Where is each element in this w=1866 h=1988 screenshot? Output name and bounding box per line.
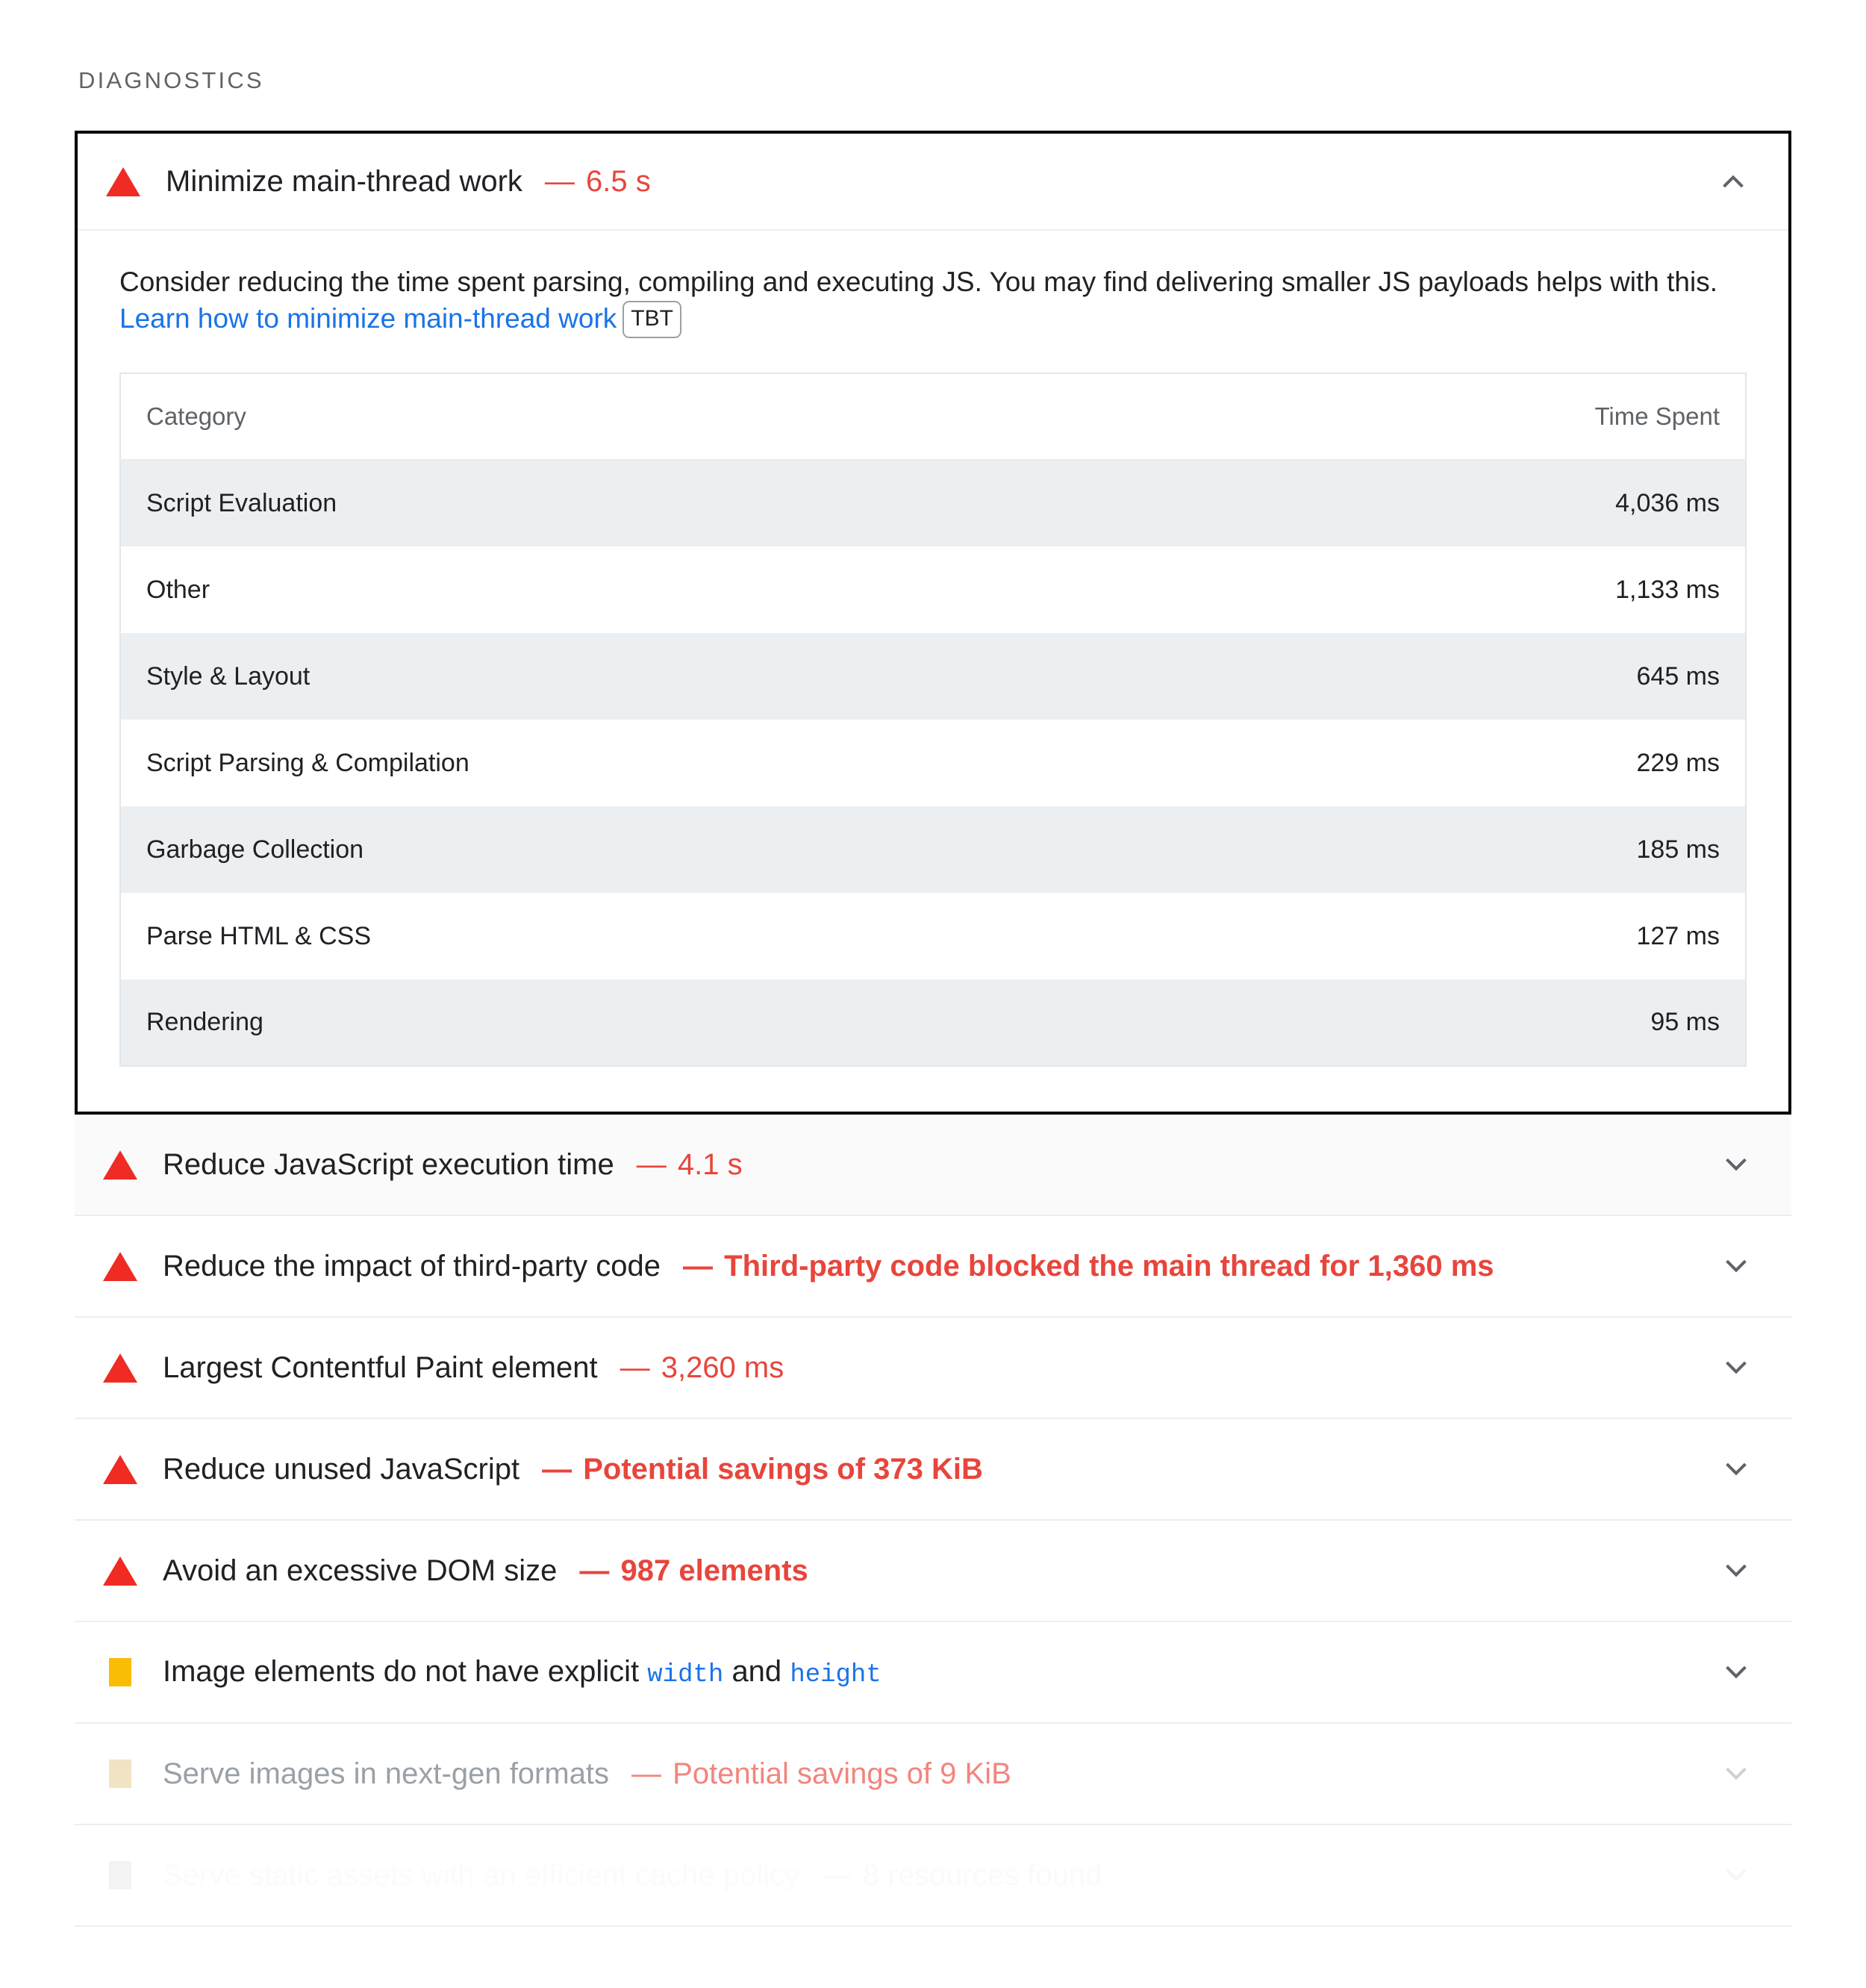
audit-value: — 4.1 s (634, 1150, 743, 1180)
table-row: Other 1,133 ms (120, 546, 1746, 634)
audit-value-text: Potential savings of 9 KiB (673, 1757, 1011, 1791)
audit-body: Consider reducing the time spent parsing… (78, 231, 1788, 1112)
audit-title: Serve images in next-gen formats (163, 1757, 610, 1791)
audit-value: — 6.5 s (542, 166, 651, 196)
table-row: Garbage Collection 185 ms (120, 806, 1746, 894)
chevron-up-icon[interactable] (1717, 165, 1750, 198)
audit-dash: — (542, 1453, 572, 1486)
warning-triangle-icon (103, 1353, 137, 1383)
audit-row-avoid-excessive-dom-size[interactable]: Avoid an excessive DOM size — 987 elemen… (75, 1521, 1791, 1623)
warning-square-icon (103, 1760, 137, 1789)
audit-row-image-elements-explicit-size[interactable]: Image elements do not have explicit widt… (75, 1622, 1791, 1724)
audit-row-serve-static-assets-cache-policy[interactable]: Serve static assets with an efficient ca… (75, 1825, 1791, 1928)
learn-more-link[interactable]: Learn how to minimize main-thread work (119, 303, 617, 334)
audit-value-text: Potential savings of 373 KiB (583, 1453, 983, 1486)
warning-square-icon (103, 1658, 137, 1687)
audit-value-text: 3,260 ms (661, 1351, 784, 1385)
table-row: Script Parsing & Compilation 229 ms (120, 720, 1746, 807)
chevron-down-icon[interactable] (1720, 1554, 1753, 1587)
audit-value: — 8 resources found (819, 1860, 1102, 1890)
audit-value: — Potential savings of 9 KiB (628, 1759, 1011, 1789)
table-row: Style & Layout 645 ms (120, 633, 1746, 720)
warning-triangle-icon (103, 1150, 137, 1180)
warning-square-icon (103, 1861, 137, 1890)
audit-dash: — (822, 1859, 852, 1892)
audit-title: Image elements do not have explicit widt… (163, 1657, 881, 1688)
cell-category: Script Parsing & Compilation (146, 748, 469, 777)
audit-value-text: Third-party code blocked the main thread… (724, 1250, 1494, 1283)
warning-triangle-icon (103, 1556, 137, 1586)
cell-time: 645 ms (1636, 661, 1720, 691)
chevron-down-icon[interactable] (1720, 1148, 1753, 1181)
chevron-down-icon[interactable] (1720, 1757, 1753, 1790)
audit-title: Serve static assets with an efficient ca… (163, 1859, 800, 1892)
audit-row-serve-images-next-gen-formats[interactable]: Serve images in next-gen formats — Poten… (75, 1724, 1791, 1826)
column-header-time-spent: Time Spent (933, 373, 1746, 461)
page-title: DIAGNOSTICS (78, 67, 264, 93)
table-row: Script Evaluation 4,036 ms (120, 460, 1746, 547)
audit-value-text: 8 resources found (863, 1859, 1102, 1892)
audit-description: Consider reducing the time spent parsing… (119, 264, 1747, 339)
audit-title: Reduce JavaScript execution time (163, 1148, 614, 1182)
table-row: Rendering 95 ms (120, 979, 1746, 1067)
audit-dash: — (636, 1148, 667, 1182)
cell-time: 229 ms (1636, 748, 1720, 777)
audit-dash: — (683, 1250, 714, 1283)
audit-value: — 987 elements (576, 1556, 808, 1586)
audit-title-part1: Image elements do not have explicit (163, 1655, 640, 1689)
audit-row-reduce-unused-javascript[interactable]: Reduce unused JavaScript — Potential sav… (75, 1419, 1791, 1521)
chevron-down-icon[interactable] (1720, 1351, 1753, 1384)
audit-title-part2: and (731, 1655, 782, 1689)
audit-title: Reduce unused JavaScript (163, 1453, 520, 1486)
cell-category: Garbage Collection (146, 835, 364, 864)
cell-category: Script Evaluation (146, 489, 337, 518)
audit-value: — Third-party code blocked the main thre… (680, 1251, 1494, 1281)
audit-dash: — (631, 1757, 662, 1791)
audit-dash: — (579, 1554, 610, 1588)
chevron-down-icon[interactable] (1720, 1453, 1753, 1486)
main-thread-breakdown-table: Category Time Spent Script Evaluation 4,… (119, 373, 1747, 1068)
audit-value-text: 4.1 s (677, 1148, 743, 1182)
audit-row-reduce-impact-of-third-party-code[interactable]: Reduce the impact of third-party code — … (75, 1216, 1791, 1318)
audit-title: Avoid an excessive DOM size (163, 1554, 558, 1588)
audit-header[interactable]: Minimize main-thread work — 6.5 s (78, 134, 1788, 231)
audit-row-reduce-javascript-execution-time[interactable]: Reduce JavaScript execution time — 4.1 s (75, 1115, 1791, 1217)
audit-dash: — (620, 1351, 650, 1385)
cell-time: 1,133 ms (1615, 575, 1720, 604)
audit-value-text: 987 elements (620, 1554, 808, 1588)
diagnostics-page: DIAGNOSTICS Minimize main-thread work — … (0, 0, 1866, 1988)
audit-value-text: 6.5 s (586, 165, 651, 198)
audit-value: — Potential savings of 373 KiB (539, 1454, 983, 1484)
audit-card-minimize-main-thread-work[interactable]: Minimize main-thread work — 6.5 s Consid… (75, 131, 1791, 1115)
audit-description-text: Consider reducing the time spent parsing… (119, 267, 1717, 297)
audit-row-largest-contentful-paint-element[interactable]: Largest Contentful Paint element — 3,260… (75, 1318, 1791, 1420)
code-width: width (647, 1661, 724, 1690)
metric-badge-tbt: TBT (622, 301, 681, 339)
chevron-down-icon[interactable] (1720, 1656, 1753, 1689)
cell-time: 127 ms (1636, 921, 1720, 950)
column-header-category: Category (120, 373, 933, 461)
cell-category: Other (146, 575, 210, 604)
cell-time: 95 ms (1650, 1008, 1720, 1037)
warning-triangle-icon (106, 166, 140, 196)
warning-triangle-icon (103, 1454, 137, 1484)
warning-triangle-icon (103, 1251, 137, 1281)
cell-time: 185 ms (1636, 835, 1720, 864)
cell-time: 4,036 ms (1615, 489, 1720, 518)
audit-title: Largest Contentful Paint element (163, 1351, 598, 1385)
audit-title: Reduce the impact of third-party code (163, 1250, 661, 1283)
chevron-down-icon[interactable] (1720, 1250, 1753, 1283)
audit-title: Minimize main-thread work (166, 165, 522, 198)
chevron-down-icon[interactable] (1720, 1859, 1753, 1892)
code-height: height (790, 1661, 881, 1690)
cell-category: Parse HTML & CSS (146, 921, 372, 950)
cell-category: Style & Layout (146, 661, 311, 691)
table-row: Parse HTML & CSS 127 ms (120, 893, 1746, 980)
cell-category: Rendering (146, 1008, 263, 1037)
table-body: Script Evaluation 4,036 ms Other 1,133 m… (120, 460, 1746, 1067)
audit-value: — 3,260 ms (617, 1353, 784, 1383)
table-header-row: Category Time Spent (120, 373, 1746, 461)
audit-dash: — (544, 165, 575, 198)
